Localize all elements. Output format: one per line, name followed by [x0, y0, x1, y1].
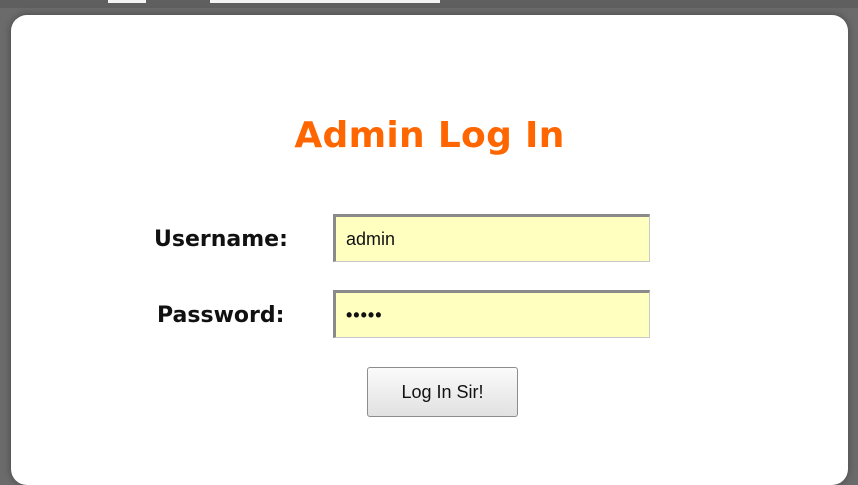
password-input[interactable]: [333, 290, 650, 338]
login-button[interactable]: Log In Sir!: [367, 367, 518, 417]
password-label: Password:: [157, 303, 285, 328]
top-tab: [108, 0, 146, 3]
username-input[interactable]: [333, 214, 650, 262]
login-panel: Admin Log In Username: Password: Log In …: [11, 15, 848, 485]
username-label: Username:: [154, 227, 288, 252]
page-title: Admin Log In: [294, 115, 565, 156]
top-tab: [210, 0, 440, 3]
